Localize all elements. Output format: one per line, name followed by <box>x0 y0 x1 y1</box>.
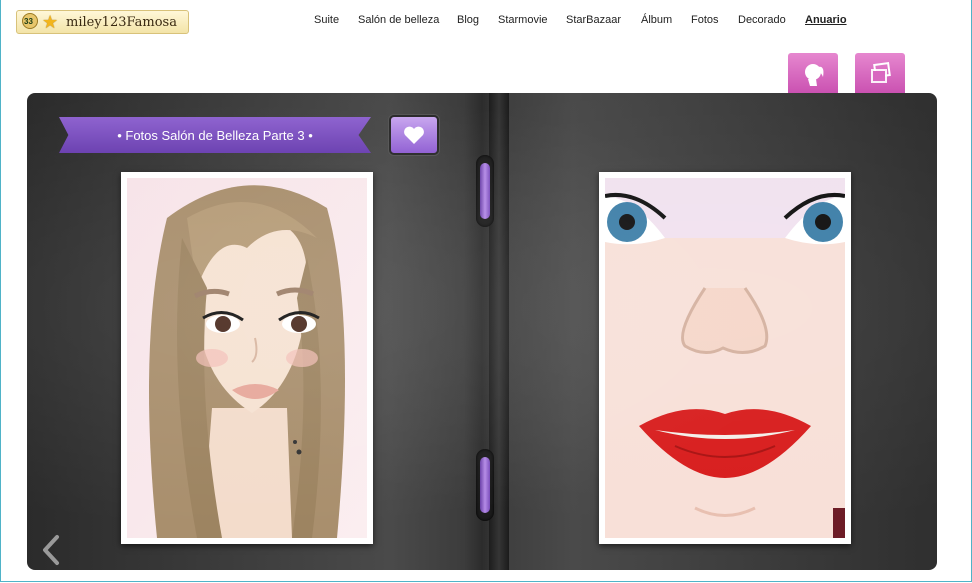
nav-item-fotos[interactable]: Fotos <box>691 14 719 26</box>
photo-stack-icon <box>871 61 891 83</box>
level-badge-icon: 33 <box>21 12 41 32</box>
nav-item-starbazaar[interactable]: StarBazaar <box>566 14 621 26</box>
nav-item-salón-de-belleza[interactable]: Salón de belleza <box>358 14 439 26</box>
album-ring-top <box>476 155 494 227</box>
level-number: 33 <box>24 17 33 26</box>
photo-album: • Fotos Salón de Belleza Parte 3 • <box>27 93 937 570</box>
favorite-button[interactable] <box>389 115 439 155</box>
photo-right[interactable] <box>599 172 851 544</box>
chevron-left-icon[interactable] <box>39 533 63 567</box>
user-badge[interactable]: 33 ★ miley123Famosa <box>16 10 189 34</box>
makeup-face-photo <box>127 178 367 538</box>
album-title: • Fotos Salón de Belleza Parte 3 • <box>117 127 313 143</box>
photo-left[interactable] <box>121 172 373 544</box>
nav-item-suite[interactable]: Suite <box>314 14 339 26</box>
nav-item-anuario[interactable]: Anuario <box>805 14 847 26</box>
nav-item-blog[interactable]: Blog <box>457 14 479 26</box>
album-ring-bottom <box>476 449 494 521</box>
heart-icon <box>404 126 424 144</box>
username[interactable]: miley123Famosa <box>66 15 177 30</box>
photos-button[interactable] <box>855 53 905 95</box>
nav-item-álbum[interactable]: Álbum <box>641 14 672 26</box>
ponytail-head-icon <box>805 64 824 86</box>
hair-salon-button[interactable] <box>788 53 838 95</box>
nav-item-starmovie[interactable]: Starmovie <box>498 14 548 26</box>
makeup-closeup-photo <box>605 178 845 538</box>
nav-item-decorado[interactable]: Decorado <box>738 14 786 26</box>
album-title-ribbon: • Fotos Salón de Belleza Parte 3 • <box>59 117 371 153</box>
star-icon: ★ <box>42 12 59 32</box>
